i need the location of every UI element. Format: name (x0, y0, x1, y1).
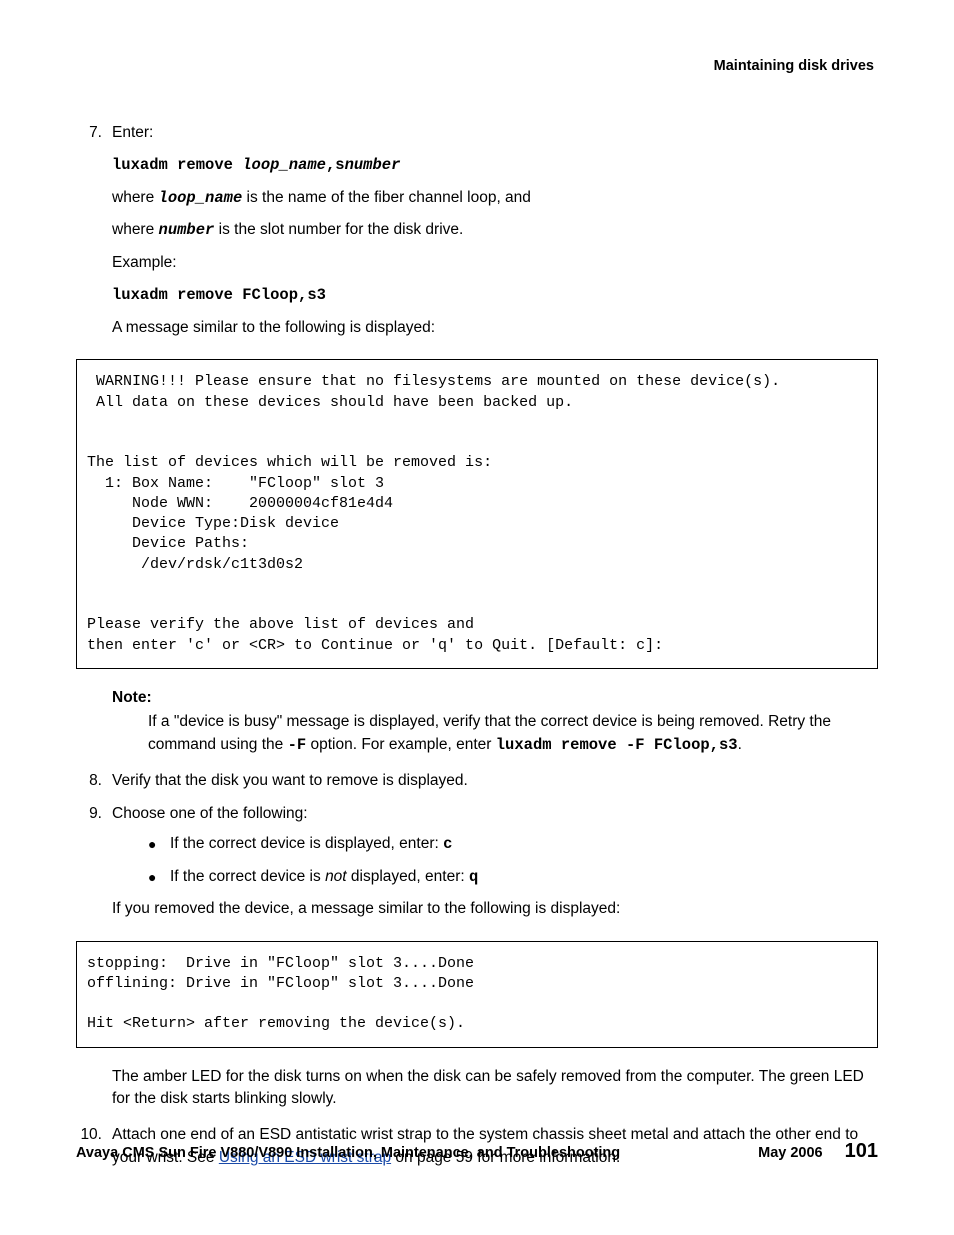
cmd-prefix: luxadm remove (112, 156, 242, 174)
text: Choose one of the following: (112, 803, 878, 825)
cmd-sep: ,s (326, 156, 345, 174)
footer-date: May 2006 (758, 1145, 823, 1161)
text: option. For example, enter (306, 736, 496, 753)
bullet-item: ● If the correct device is not displayed… (148, 866, 878, 888)
page: Maintaining disk drives 7. Enter: luxadm… (0, 0, 954, 1235)
cmd-arg-number: number (345, 156, 401, 174)
text: displayed, enter: (347, 868, 469, 885)
message-intro: A message similar to the following is di… (112, 317, 878, 339)
cmd-q: q (469, 868, 478, 886)
where-clause-2: where number is the slot number for the … (112, 219, 878, 241)
step-number: 8. (76, 770, 112, 792)
enter-label: Enter: (112, 122, 878, 144)
bullet-dot-icon: ● (148, 866, 170, 888)
step-number: 7. (76, 122, 112, 349)
running-head: Maintaining disk drives (76, 58, 878, 74)
bullet-item: ● If the correct device is displayed, en… (148, 833, 878, 855)
text: If the correct device is displayed, ente… (170, 835, 443, 852)
var-number: number (159, 221, 215, 239)
code-output-1: WARNING!!! Please ensure that no filesys… (76, 359, 878, 669)
footer-right: May 2006 101 (758, 1140, 878, 1163)
cmd-c: c (443, 835, 452, 853)
step-8: 8. Verify that the disk you want to remo… (76, 770, 878, 792)
footer-title: Avaya CMS Sun Fire V880/V890 Installatio… (76, 1145, 620, 1161)
example-label: Example: (112, 252, 878, 274)
text: is the slot number for the disk drive. (214, 221, 463, 238)
led-paragraph: The amber LED for the disk turns on when… (112, 1066, 878, 1111)
var-loopname: loop_name (159, 189, 243, 207)
command-syntax: luxadm remove loop_name,snumber (112, 154, 878, 176)
step-9: 9. Choose one of the following: ● If the… (76, 803, 878, 931)
main-content: 7. Enter: luxadm remove loop_name,snumbe… (76, 122, 878, 1169)
bullet-list: ● If the correct device is displayed, en… (112, 833, 878, 888)
where-clause-1: where loop_name is the name of the fiber… (112, 187, 878, 209)
note-body: If a "device is busy" message is display… (148, 711, 878, 756)
bullet-text: If the correct device is not displayed, … (170, 866, 478, 888)
note-option: -F (288, 736, 307, 754)
text: . (738, 736, 742, 753)
page-footer: Avaya CMS Sun Fire V880/V890 Installatio… (76, 1140, 878, 1163)
emphasis-not: not (325, 868, 347, 885)
text: where (112, 189, 159, 206)
step-body: Verify that the disk you want to remove … (112, 770, 878, 792)
step-body: Choose one of the following: ● If the co… (112, 803, 878, 931)
code-output-2: stopping: Drive in "FCloop" slot 3....Do… (76, 941, 878, 1048)
text: is the name of the fiber channel loop, a… (242, 189, 531, 206)
step-7: 7. Enter: luxadm remove loop_name,snumbe… (76, 122, 878, 349)
note-label: Note: (112, 687, 878, 709)
step-body: Enter: luxadm remove loop_name,snumber w… (112, 122, 878, 349)
text: where (112, 221, 159, 238)
note-command: luxadm remove -F FCloop,s3 (496, 736, 738, 754)
after-bullets: If you removed the device, a message sim… (112, 898, 878, 920)
bullet-dot-icon: ● (148, 833, 170, 855)
example-command: luxadm remove FCloop,s3 (112, 284, 878, 306)
page-number: 101 (845, 1140, 878, 1163)
text: If the correct device is (170, 868, 325, 885)
bullet-text: If the correct device is displayed, ente… (170, 833, 452, 855)
cmd-arg-loopname: loop_name (242, 156, 326, 174)
step-number: 9. (76, 803, 112, 931)
